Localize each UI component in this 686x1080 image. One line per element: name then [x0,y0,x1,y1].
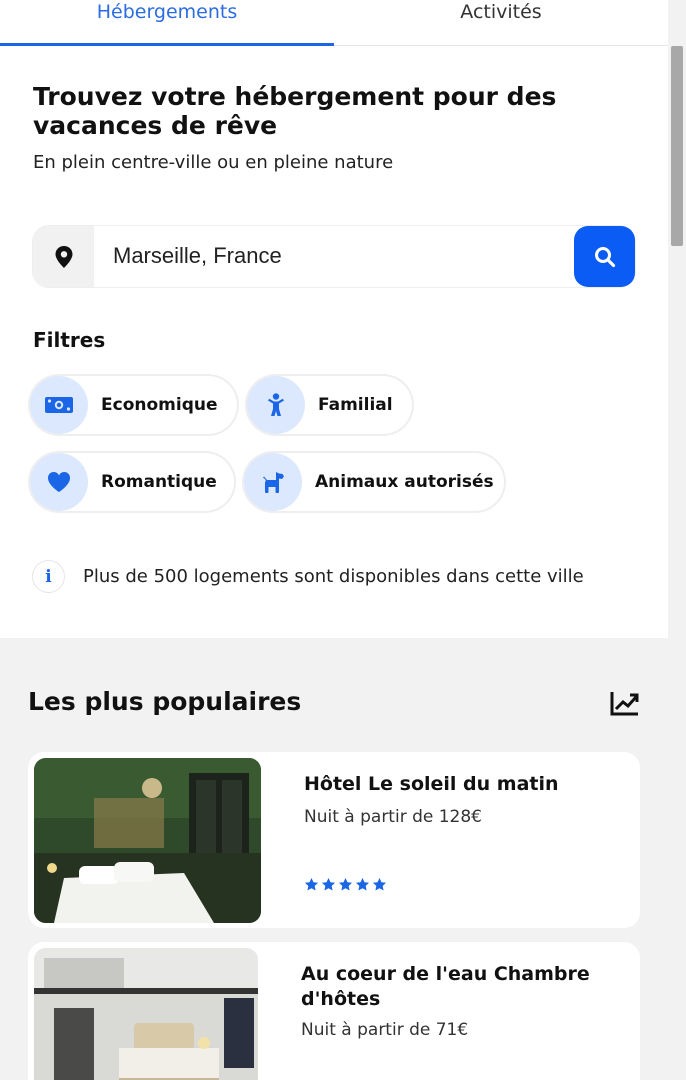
popular-heading: Les plus populaires [28,687,302,716]
listing-photo [34,948,258,1080]
filter-familial[interactable]: Familial [247,376,412,434]
listing-price: Nuit à partir de 71€ [301,1020,469,1040]
listing-card[interactable]: Hôtel Le soleil du matin Nuit à partir d… [28,752,640,928]
star-icon [304,877,319,891]
star-icon [338,877,353,891]
filters-heading: Filtres [33,328,106,352]
listing-title: Au coeur de l'eau Chambre d'hôtes [301,963,590,1010]
filter-label: Romantique [101,472,217,492]
filter-economique[interactable]: Economique [30,376,237,434]
page-subtitle: En plein centre-ville ou en pleine natur… [33,152,394,173]
dog-icon [244,453,302,511]
filter-label: Economique [101,395,218,415]
search-button[interactable] [574,226,635,287]
scrollbar[interactable] [668,0,686,1080]
filter-romantique[interactable]: Romantique [30,453,234,511]
star-icon [355,877,370,891]
chart-line-icon[interactable] [610,690,640,716]
search-section: Trouvez votre hébergement pour des vacan… [0,46,668,638]
listing-card[interactable]: Au coeur de l'eau Chambre d'hôtes Nuit à… [28,942,640,1080]
location-input[interactable] [113,238,563,274]
tab-hebergements[interactable]: Hébergements [0,0,334,46]
filter-label: Animaux autorisés [315,472,494,492]
map-pin-icon [33,226,94,287]
child-icon [247,376,305,434]
banknote-icon [30,376,88,434]
availability-info: i Plus de 500 logements sont disponibles… [33,561,584,592]
availability-text: Plus de 500 logements sont disponibles d… [83,566,584,587]
listing-photo [34,758,261,923]
search-icon [594,246,615,267]
rating-stars [304,877,387,892]
tab-activites[interactable]: Activités [334,0,668,46]
tab-bar: Hébergements Activités [0,0,668,46]
search-bar [33,226,635,287]
filter-label: Familial [318,395,393,415]
filter-animaux-autorises[interactable]: Animaux autorisés [244,453,504,511]
info-icon: i [33,561,64,592]
listing-title: Hôtel Le soleil du matin [304,773,559,795]
scrollbar-thumb[interactable] [671,46,683,246]
star-icon [372,877,387,891]
heart-icon [30,453,88,511]
listing-price: Nuit à partir de 128€ [304,807,483,827]
star-icon [321,877,336,891]
page-title: Trouvez votre hébergement pour des vacan… [33,82,557,140]
